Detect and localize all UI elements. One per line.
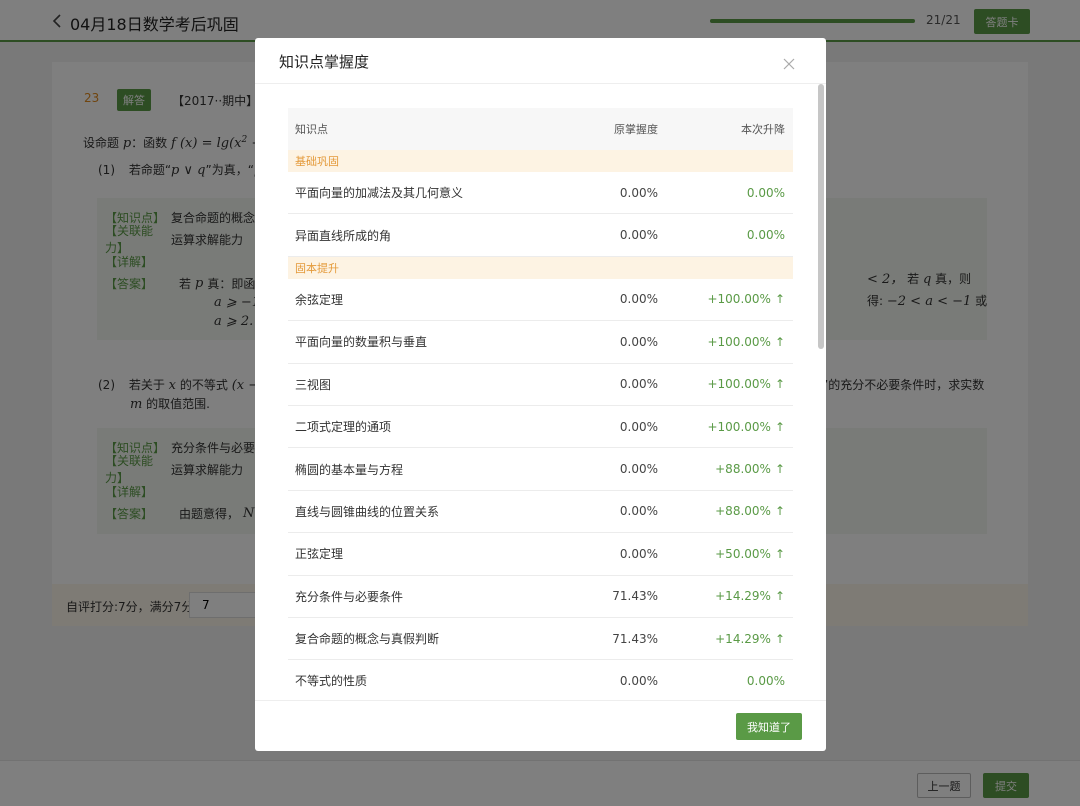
knowledge-point-name: 复合命题的概念与真假判断 bbox=[295, 632, 440, 647]
mastery-change-value: +100.00% bbox=[707, 419, 771, 434]
knowledge-point-name: 正弦定理 bbox=[295, 547, 344, 562]
mastery-change: +14.29% ↑ bbox=[658, 589, 793, 603]
arrow-up-icon: ↑ bbox=[774, 589, 785, 604]
original-mastery: 0.00% bbox=[619, 673, 658, 688]
mastery-change: +88.00% ↑ bbox=[658, 504, 793, 518]
mastery-change-value: +100.00% bbox=[707, 292, 771, 307]
original-mastery: 0.00% bbox=[619, 462, 658, 477]
original-mastery: 71.43% bbox=[612, 631, 658, 646]
table-row: 三视图 0.00% +100.00% ↑ bbox=[288, 364, 793, 406]
mastery-change-value: 0.00% bbox=[746, 673, 785, 688]
table-row: 正弦定理 0.00% +50.00% ↑ bbox=[288, 533, 793, 576]
mastery-change-value: +50.00% bbox=[715, 546, 771, 561]
column-header-delta: 本次升降 bbox=[741, 123, 785, 136]
close-icon[interactable] bbox=[783, 58, 795, 70]
arrow-up-icon: ↑ bbox=[774, 334, 785, 349]
knowledge-mastery-modal: 知识点掌握度 知识点 原掌握度 本次升降 基础巩固平面向量的加减法及其几何意义 0… bbox=[255, 38, 826, 751]
original-mastery: 0.00% bbox=[619, 334, 658, 349]
original-mastery: 0.00% bbox=[619, 377, 658, 392]
knowledge-point-name: 充分条件与必要条件 bbox=[295, 589, 404, 604]
table-row: 不等式的性质 0.00% 0.00% bbox=[288, 660, 793, 700]
modal-scrollbar-thumb[interactable] bbox=[818, 84, 824, 349]
mastery-change-value: +14.29% bbox=[715, 631, 771, 646]
mastery-change-value: +14.29% bbox=[715, 589, 771, 604]
arrow-up-icon: ↑ bbox=[774, 462, 785, 477]
mastery-change: 0.00% bbox=[658, 186, 793, 200]
knowledge-point-name: 椭圆的基本量与方程 bbox=[295, 462, 404, 477]
table-row: 充分条件与必要条件 71.43% +14.29% ↑ bbox=[288, 576, 793, 618]
modal-body: 知识点 原掌握度 本次升降 基础巩固平面向量的加减法及其几何意义 0.00% 0.0… bbox=[255, 84, 826, 700]
mastery-change-value: +88.00% bbox=[715, 462, 771, 477]
table-row: 平面向量的加减法及其几何意义 0.00% 0.00% bbox=[288, 172, 793, 215]
table-row: 直线与圆锥曲线的位置关系 0.00% +88.00% ↑ bbox=[288, 491, 793, 534]
knowledge-point-name: 异面直线所成的角 bbox=[295, 228, 392, 243]
mastery-change-value: +100.00% bbox=[707, 334, 771, 349]
mastery-change: +100.00% ↑ bbox=[658, 420, 793, 434]
original-mastery: 0.00% bbox=[619, 292, 658, 307]
table-body: 基础巩固平面向量的加减法及其几何意义 0.00% 0.00% 异面直线所成的角 0.00… bbox=[288, 150, 793, 700]
knowledge-point-name: 不等式的性质 bbox=[295, 674, 368, 689]
table-row: 二项式定理的通项 0.00% +100.00% ↑ bbox=[288, 406, 793, 449]
knowledge-point-name: 三视图 bbox=[295, 377, 332, 392]
mastery-change: +100.00% ↑ bbox=[658, 335, 793, 349]
group-row: 基础巩固 bbox=[288, 150, 793, 172]
table-row: 余弦定理 0.00% +100.00% ↑ bbox=[288, 279, 793, 322]
group-row: 固本提升 bbox=[288, 256, 793, 279]
column-header-original: 原掌握度 bbox=[614, 123, 658, 136]
mastery-change-value: 0.00% bbox=[746, 228, 785, 243]
column-header-name: 知识点 bbox=[295, 123, 328, 136]
modal-header: 知识点掌握度 bbox=[255, 38, 826, 84]
mastery-change-value: 0.00% bbox=[746, 185, 785, 200]
original-mastery: 71.43% bbox=[612, 589, 658, 604]
original-mastery: 0.00% bbox=[619, 419, 658, 434]
original-mastery: 0.00% bbox=[619, 546, 658, 561]
mastery-change: +14.29% ↑ bbox=[658, 632, 793, 646]
mastery-change: +88.00% ↑ bbox=[658, 462, 793, 476]
mastery-change-value: +100.00% bbox=[707, 377, 771, 392]
modal-title: 知识点掌握度 bbox=[279, 53, 370, 71]
arrow-up-icon: ↑ bbox=[774, 546, 785, 561]
mastery-change-value: +88.00% bbox=[715, 504, 771, 519]
modal-footer: 我知道了 bbox=[255, 700, 826, 751]
table-row: 椭圆的基本量与方程 0.00% +88.00% ↑ bbox=[288, 448, 793, 491]
knowledge-point-name: 直线与圆锥曲线的位置关系 bbox=[295, 504, 440, 519]
table-row: 复合命题的概念与真假判断 71.43% +14.29% ↑ bbox=[288, 618, 793, 661]
original-mastery: 0.00% bbox=[619, 504, 658, 519]
table-row: 异面直线所成的角 0.00% 0.00% bbox=[288, 214, 793, 257]
mastery-table: 知识点 原掌握度 本次升降 基础巩固平面向量的加减法及其几何意义 0.00% 0.0… bbox=[288, 108, 793, 700]
arrow-up-icon: ↑ bbox=[774, 377, 785, 392]
original-mastery: 0.00% bbox=[619, 185, 658, 200]
got-it-button[interactable]: 我知道了 bbox=[736, 713, 802, 740]
mastery-change: +50.00% ↑ bbox=[658, 547, 793, 561]
mastery-change: +100.00% ↑ bbox=[658, 292, 793, 306]
mastery-change: 0.00% bbox=[658, 228, 793, 242]
table-header: 知识点 原掌握度 本次升降 bbox=[288, 108, 793, 150]
knowledge-point-name: 平面向量的加减法及其几何意义 bbox=[295, 186, 464, 201]
mastery-change: 0.00% bbox=[658, 674, 793, 688]
arrow-up-icon: ↑ bbox=[774, 631, 785, 646]
original-mastery: 0.00% bbox=[619, 228, 658, 243]
arrow-up-icon: ↑ bbox=[774, 504, 785, 519]
knowledge-point-name: 平面向量的数量积与垂直 bbox=[295, 335, 428, 350]
arrow-up-icon: ↑ bbox=[774, 419, 785, 434]
arrow-up-icon: ↑ bbox=[774, 292, 785, 307]
knowledge-point-name: 二项式定理的通项 bbox=[295, 420, 392, 435]
knowledge-point-name: 余弦定理 bbox=[295, 292, 344, 307]
mastery-change: +100.00% ↑ bbox=[658, 377, 793, 391]
table-row: 平面向量的数量积与垂直 0.00% +100.00% ↑ bbox=[288, 321, 793, 364]
